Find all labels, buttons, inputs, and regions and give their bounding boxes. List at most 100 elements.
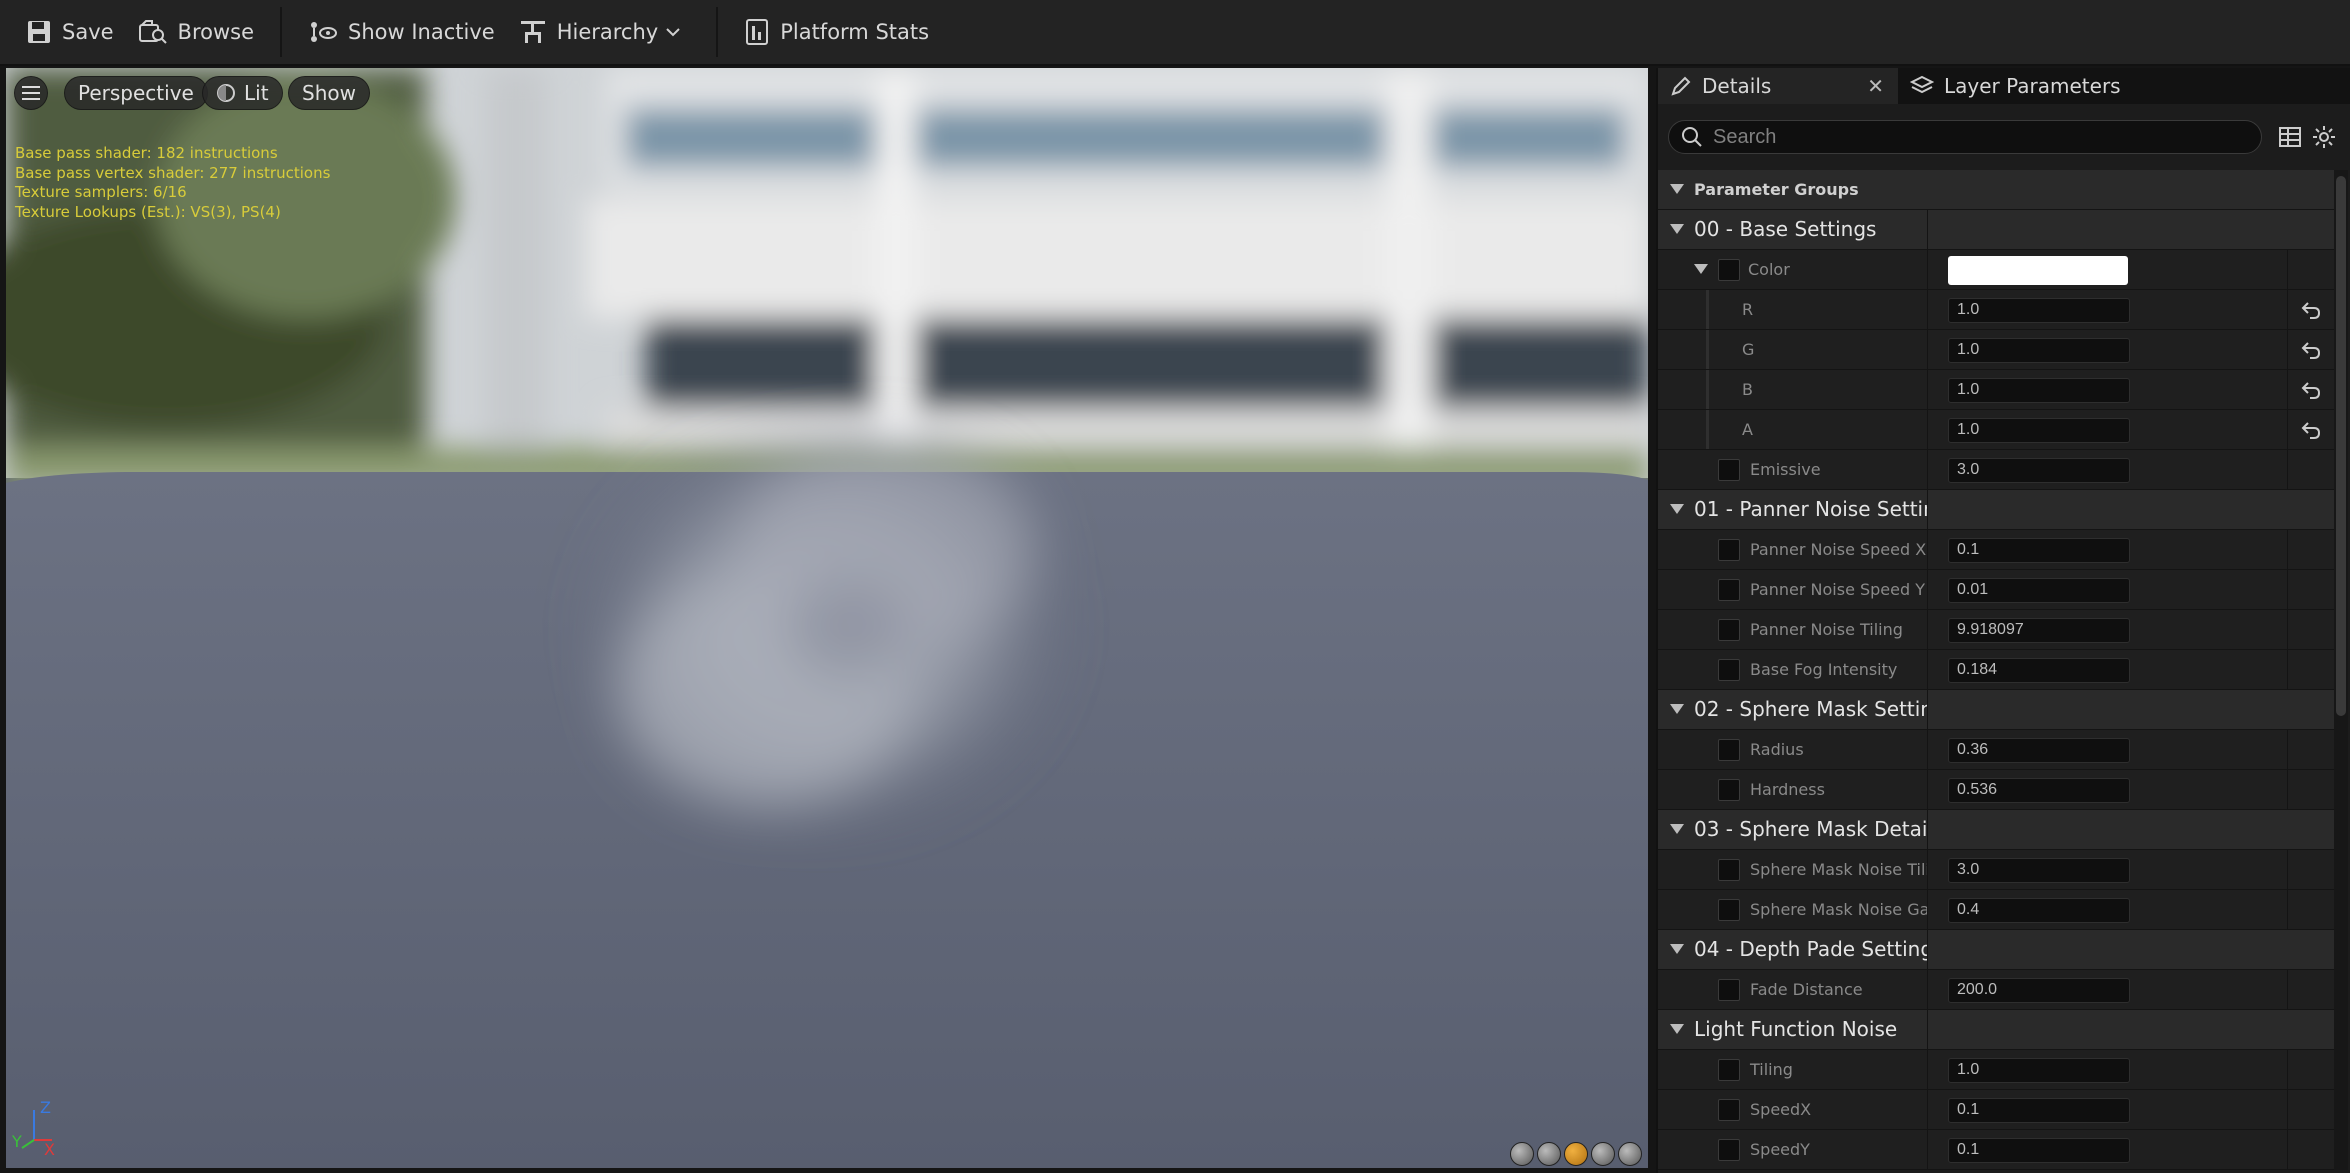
show-button[interactable]: Show (288, 76, 370, 110)
param-name: Fade Distance (1750, 980, 1863, 999)
reset-to-default-icon[interactable] (2300, 339, 2322, 361)
param-enable-checkbox[interactable] (1718, 459, 1740, 481)
sphere-preview-icon[interactable] (1537, 1142, 1561, 1166)
param-value-field[interactable]: 0.4 (1948, 898, 2130, 923)
close-icon[interactable]: ✕ (1867, 74, 1884, 98)
param-value-field[interactable]: 1.0 (1948, 418, 2130, 443)
param-row-g: G 1.0 (1658, 330, 2334, 370)
expand-triangle-icon[interactable] (1670, 504, 1684, 514)
param-value-field[interactable]: 0.1 (1948, 1098, 2130, 1123)
param-name: Base Fog Intensity (1750, 660, 1898, 679)
material-preview-viewport[interactable]: Perspective Lit Show Base pass shader: 1… (6, 68, 1648, 1168)
param-value-field[interactable]: 1.0 (1948, 298, 2130, 323)
param-enable-checkbox[interactable] (1718, 259, 1740, 281)
param-value-field[interactable]: 0.1 (1948, 1138, 2130, 1163)
param-name: Sphere Mask Noise Tili... (1750, 860, 1928, 879)
param-enable-checkbox[interactable] (1718, 619, 1740, 641)
plane-preview-icon[interactable] (1564, 1142, 1588, 1166)
param-enable-checkbox[interactable] (1718, 979, 1740, 1001)
param-row-panner-y: Panner Noise Speed Y 0.01 (1658, 570, 2334, 610)
tab-layer-parameters[interactable]: Layer Parameters (1898, 68, 2133, 104)
stats-line: Base pass vertex shader: 277 instruction… (15, 163, 331, 182)
group-title: 03 - Sphere Mask Detail Settings (1694, 817, 1928, 841)
expand-triangle-icon[interactable] (1694, 264, 1708, 274)
reset-to-default-icon[interactable] (2300, 299, 2322, 321)
param-value-field[interactable]: 0.01 (1948, 578, 2130, 603)
param-name: G (1742, 340, 1755, 359)
hamburger-menu-icon (22, 86, 40, 100)
param-value-field[interactable]: 1.0 (1948, 338, 2130, 363)
search-icon (1682, 127, 1702, 147)
search-input[interactable] (1713, 125, 2233, 149)
param-row-a: A 1.0 (1658, 410, 2334, 450)
perspective-button[interactable]: Perspective (64, 76, 208, 110)
param-enable-checkbox[interactable] (1718, 539, 1740, 561)
browse-label: Browse (177, 20, 255, 44)
group-row[interactable]: 01 - Panner Noise Settings (1658, 490, 2334, 530)
param-value-field[interactable]: 0.1 (1948, 538, 2130, 563)
param-enable-checkbox[interactable] (1718, 739, 1740, 761)
show-inactive-icon (311, 22, 338, 42)
cylinder-preview-icon[interactable] (1510, 1142, 1534, 1166)
group-row[interactable]: 02 - Sphere Mask Settings (1658, 690, 2334, 730)
param-row-radius: Radius 0.36 (1658, 730, 2334, 770)
reset-to-default-icon[interactable] (2300, 379, 2322, 401)
axis-gizmo: Z Y X (12, 1096, 72, 1159)
param-value-field[interactable]: 0.36 (1948, 738, 2130, 763)
color-swatch[interactable] (1948, 256, 2128, 285)
gear-icon[interactable] (2312, 125, 2336, 149)
expand-triangle-icon[interactable] (1670, 184, 1684, 194)
param-row-tiling: Tiling 1.0 (1658, 1050, 2334, 1090)
expand-triangle-icon[interactable] (1670, 1024, 1684, 1034)
stats-line: Texture samplers: 6/16 (15, 183, 187, 201)
param-value-field[interactable]: 1.0 (1948, 378, 2130, 403)
axis-x-label: X (44, 1140, 55, 1159)
group-row[interactable]: 03 - Sphere Mask Detail Settings (1658, 810, 2334, 850)
param-value-field[interactable]: 3.0 (1948, 458, 2130, 483)
shader-stats: Base pass shader: 182 instructions Base … (15, 144, 330, 222)
hierarchy-dropdown[interactable]: Hierarchy (507, 8, 703, 56)
browse-button[interactable]: Browse (126, 8, 266, 56)
param-value-field[interactable]: 0.536 (1948, 778, 2130, 803)
param-enable-checkbox[interactable] (1718, 859, 1740, 881)
param-enable-checkbox[interactable] (1718, 1059, 1740, 1081)
param-enable-checkbox[interactable] (1718, 1139, 1740, 1161)
param-enable-checkbox[interactable] (1718, 579, 1740, 601)
parameter-groups-header[interactable]: Parameter Groups (1658, 170, 2334, 210)
viewport-menu-button[interactable] (14, 76, 48, 110)
stats-line: Texture Lookups (Est.): VS(3), PS(4) (15, 202, 281, 221)
expand-triangle-icon[interactable] (1670, 944, 1684, 954)
hierarchy-icon (520, 21, 545, 43)
param-value-field[interactable]: 3.0 (1948, 858, 2130, 883)
expand-triangle-icon[interactable] (1670, 224, 1684, 234)
perspective-label: Perspective (78, 81, 194, 105)
param-name: Hardness (1750, 780, 1825, 799)
group-row[interactable]: Light Function Noise (1658, 1010, 2334, 1050)
group-row[interactable]: 04 - Depth Pade Settings (1658, 930, 2334, 970)
table-view-icon[interactable] (2278, 126, 2302, 148)
reset-to-default-icon[interactable] (2300, 419, 2322, 441)
lit-button[interactable]: Lit (202, 76, 283, 110)
save-button[interactable]: Save (14, 8, 126, 56)
param-enable-checkbox[interactable] (1718, 659, 1740, 681)
param-value-field[interactable]: 1.0 (1948, 1058, 2130, 1083)
param-name: Radius (1750, 740, 1804, 759)
expand-triangle-icon[interactable] (1670, 704, 1684, 714)
axis-z-label: Z (40, 1098, 51, 1117)
expand-triangle-icon[interactable] (1670, 824, 1684, 834)
param-value-field[interactable]: 0.184 (1948, 658, 2130, 683)
param-enable-checkbox[interactable] (1718, 1099, 1740, 1121)
param-enable-checkbox[interactable] (1718, 899, 1740, 921)
tab-details[interactable]: Details ✕ (1658, 68, 1898, 104)
show-inactive-button[interactable]: Show Inactive (296, 8, 507, 56)
platform-stats-button[interactable]: Platform Stats (732, 8, 941, 56)
param-enable-checkbox[interactable] (1718, 779, 1740, 801)
param-value-field[interactable]: 200.0 (1948, 978, 2130, 1003)
param-row-base-fog: Base Fog Intensity 0.184 (1658, 650, 2334, 690)
param-value-field[interactable]: 9.918097 (1948, 618, 2130, 643)
teapot-preview-icon[interactable] (1618, 1142, 1642, 1166)
scrollbar-thumb[interactable] (2336, 176, 2346, 716)
cube-preview-icon[interactable] (1591, 1142, 1615, 1166)
group-row[interactable]: 00 - Base Settings (1658, 210, 2334, 250)
group-title: 00 - Base Settings (1694, 217, 1877, 241)
